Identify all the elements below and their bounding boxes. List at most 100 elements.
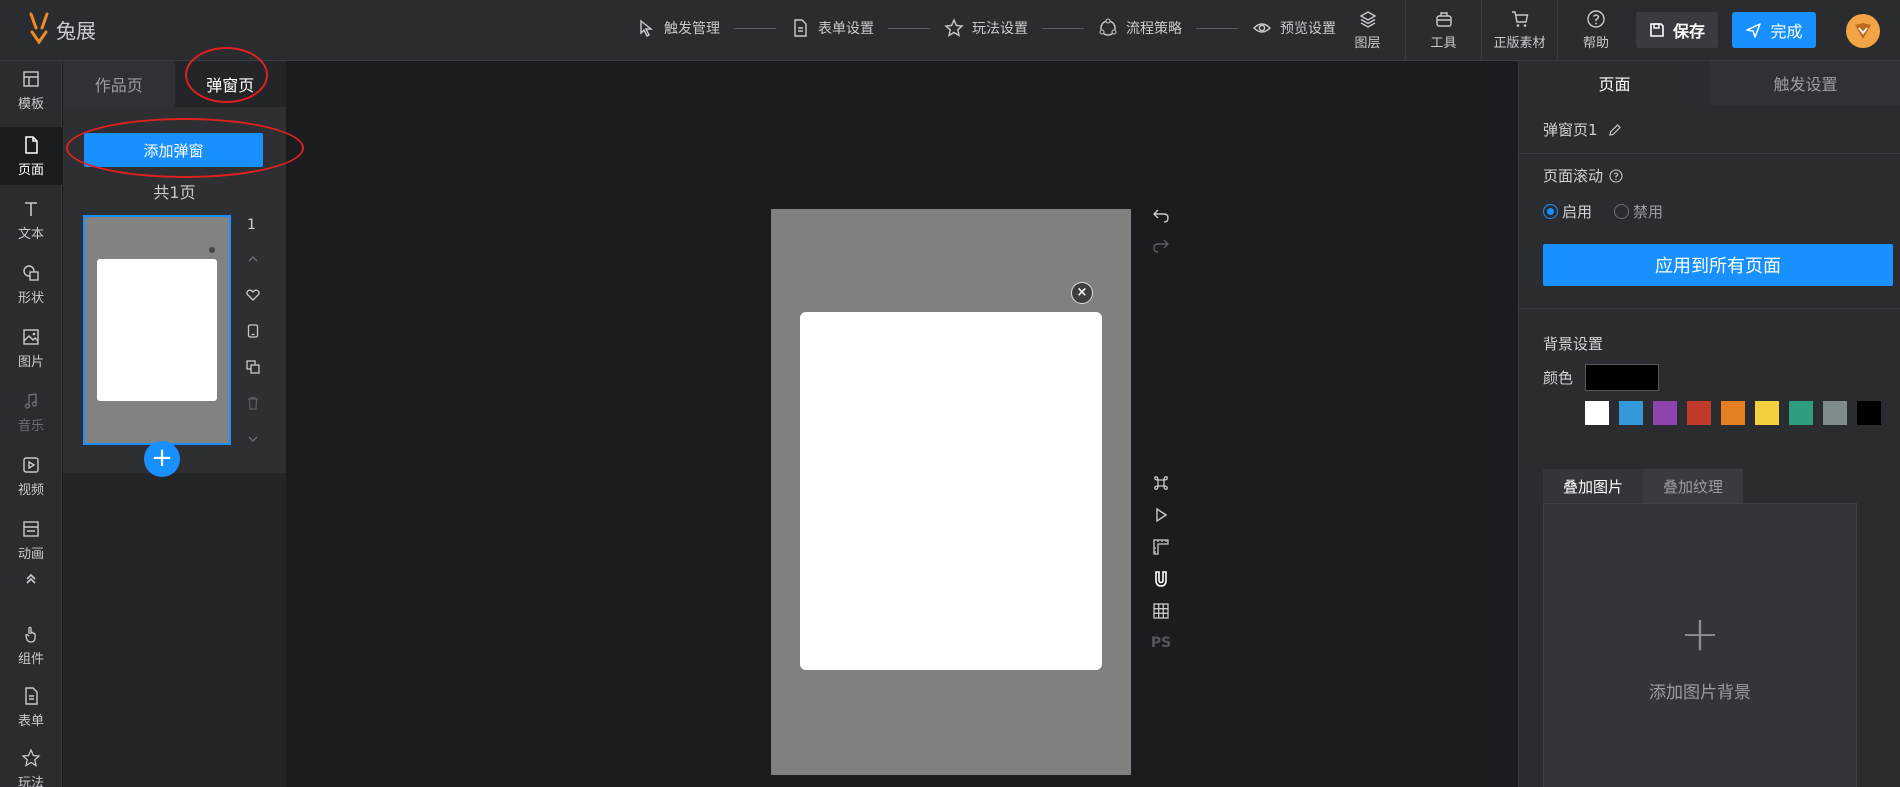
add-page-button[interactable]: + — [144, 441, 180, 477]
logo[interactable]: 兔展 — [26, 12, 96, 46]
divider — [1519, 153, 1900, 154]
play-preview-button[interactable] — [1147, 501, 1175, 529]
shortcut-button[interactable] — [1147, 469, 1175, 497]
star-icon — [944, 18, 964, 37]
page-settings-button[interactable] — [239, 313, 267, 349]
help-icon[interactable] — [1609, 168, 1623, 183]
tab-trigger-settings[interactable]: 触发设置 — [1710, 61, 1900, 105]
layers-button[interactable]: 图层 — [1330, 0, 1406, 60]
annotation-circle-add-popup — [66, 118, 304, 178]
magnet-icon — [1155, 571, 1167, 587]
tool-label: 帮助 — [1582, 36, 1609, 51]
edit-pencil-icon[interactable] — [1608, 123, 1622, 137]
swatch-yellow[interactable] — [1755, 401, 1779, 425]
done-button[interactable]: 完成 — [1732, 12, 1816, 48]
redo-button[interactable] — [1147, 231, 1175, 259]
tab-overlay-image[interactable]: 叠加图片 — [1543, 469, 1643, 503]
step-label: 预览设置 — [1280, 21, 1336, 37]
thumbnail-close-dot — [209, 247, 215, 253]
help-icon — [1587, 10, 1605, 28]
tab-works-pages[interactable]: 作品页 — [63, 61, 175, 107]
rail-item-text[interactable]: 文本 — [0, 191, 62, 249]
play-icon — [1156, 507, 1168, 523]
help-button[interactable]: 帮助 — [1558, 0, 1634, 60]
swatch-white[interactable] — [1585, 401, 1609, 425]
color-picker[interactable] — [1585, 364, 1659, 391]
image-icon — [23, 328, 39, 345]
step-label: 玩法设置 — [972, 21, 1028, 37]
grid-button[interactable] — [1147, 597, 1175, 625]
rail-label: 动画 — [17, 546, 44, 562]
radio-enable[interactable]: 启用 — [1543, 201, 1592, 222]
tab-overlay-texture[interactable]: 叠加纹理 — [1643, 469, 1743, 503]
left-rail: 模板 页面 文本 形状 图片 音乐 视频 动画 组件 表单 玩法 — [0, 61, 62, 787]
tab-page[interactable]: 页面 — [1519, 61, 1710, 105]
magnet-snap-button[interactable] — [1147, 565, 1175, 593]
favorite-button[interactable] — [239, 277, 267, 313]
undo-icon — [1153, 209, 1169, 223]
step-form[interactable]: 表单设置 — [790, 18, 874, 38]
swatch-red[interactable] — [1687, 401, 1711, 425]
tablet-icon — [247, 324, 259, 338]
copy-page-button[interactable] — [239, 349, 267, 385]
toolbox-button[interactable]: 工具 — [1406, 0, 1482, 60]
radio-dot — [1614, 204, 1630, 219]
rail-label: 文本 — [17, 226, 44, 242]
done-label: 完成 — [1770, 22, 1803, 41]
rail-label: 视频 — [17, 482, 44, 498]
step-label: 触发管理 — [664, 21, 720, 37]
assets-button[interactable]: 正版素材 — [1482, 0, 1558, 60]
move-down-button[interactable] — [239, 421, 267, 457]
page-thumbnail[interactable] — [83, 215, 231, 445]
step-trigger[interactable]: 触发管理 — [636, 18, 720, 38]
save-button[interactable]: 保存 — [1636, 12, 1718, 48]
swatch-black[interactable] — [1857, 401, 1881, 425]
popup-canvas[interactable]: × — [771, 209, 1131, 775]
workflow-steps: 触发管理 表单设置 玩法设置 流程策略 预览设置 — [636, 18, 1336, 38]
close-icon[interactable]: × — [1071, 282, 1093, 304]
add-background-image-area[interactable]: + 添加图片背景 — [1543, 503, 1857, 787]
swatch-green[interactable] — [1789, 401, 1813, 425]
pointer-icon — [640, 19, 653, 37]
rail-item-gameplay[interactable]: 玩法 — [0, 740, 62, 787]
rail-item-images[interactable]: 图片 — [0, 319, 62, 377]
undo-button[interactable] — [1147, 201, 1175, 229]
rail-item-pages[interactable]: 页面 — [0, 127, 62, 185]
flow-cycle-icon — [1099, 18, 1117, 36]
popup-content-box[interactable] — [800, 312, 1102, 670]
rail-item-music[interactable]: 音乐 — [0, 383, 62, 441]
swatch-orange[interactable] — [1721, 401, 1745, 425]
heart-icon — [246, 289, 260, 301]
rail-item-shapes[interactable]: 形状 — [0, 255, 62, 313]
scroll-setting-label: 页面滚动 — [1543, 165, 1623, 186]
rail-item-templates[interactable]: 模板 — [0, 61, 62, 119]
avatar[interactable] — [1846, 14, 1880, 48]
page-name-row: 弹窗页1 — [1543, 119, 1622, 140]
rail-item-forms[interactable]: 表单 — [0, 678, 62, 736]
rail-item-components[interactable]: 组件 — [0, 616, 62, 674]
apply-all-pages-button[interactable]: 应用到所有页面 — [1543, 244, 1893, 286]
star-icon — [21, 747, 41, 767]
trash-icon — [248, 396, 258, 410]
radio-disable[interactable]: 禁用 — [1614, 201, 1663, 222]
swatch-gray[interactable] — [1823, 401, 1847, 425]
step-preview[interactable]: 预览设置 — [1252, 18, 1336, 38]
ps-import-button[interactable]: PS — [1147, 629, 1175, 657]
step-divider — [1042, 27, 1084, 29]
swatch-blue[interactable] — [1619, 401, 1643, 425]
swatch-purple[interactable] — [1653, 401, 1677, 425]
rabbit-logo-icon — [29, 12, 49, 45]
step-flow[interactable]: 流程策略 — [1098, 18, 1182, 38]
brand-name: 兔展 — [56, 18, 96, 43]
rail-collapse-button[interactable] — [0, 561, 62, 601]
ruler-button[interactable] — [1147, 533, 1175, 561]
shapes-icon — [23, 264, 39, 281]
thumbnail-tools — [239, 241, 267, 457]
page-name: 弹窗页1 — [1543, 121, 1598, 139]
delete-page-button[interactable] — [239, 385, 267, 421]
rail-item-video[interactable]: 视频 — [0, 447, 62, 505]
step-gameplay[interactable]: 玩法设置 — [944, 18, 1028, 38]
rail-label: 图片 — [17, 354, 44, 370]
rail-label: 组件 — [17, 651, 44, 667]
move-up-button[interactable] — [239, 241, 267, 277]
